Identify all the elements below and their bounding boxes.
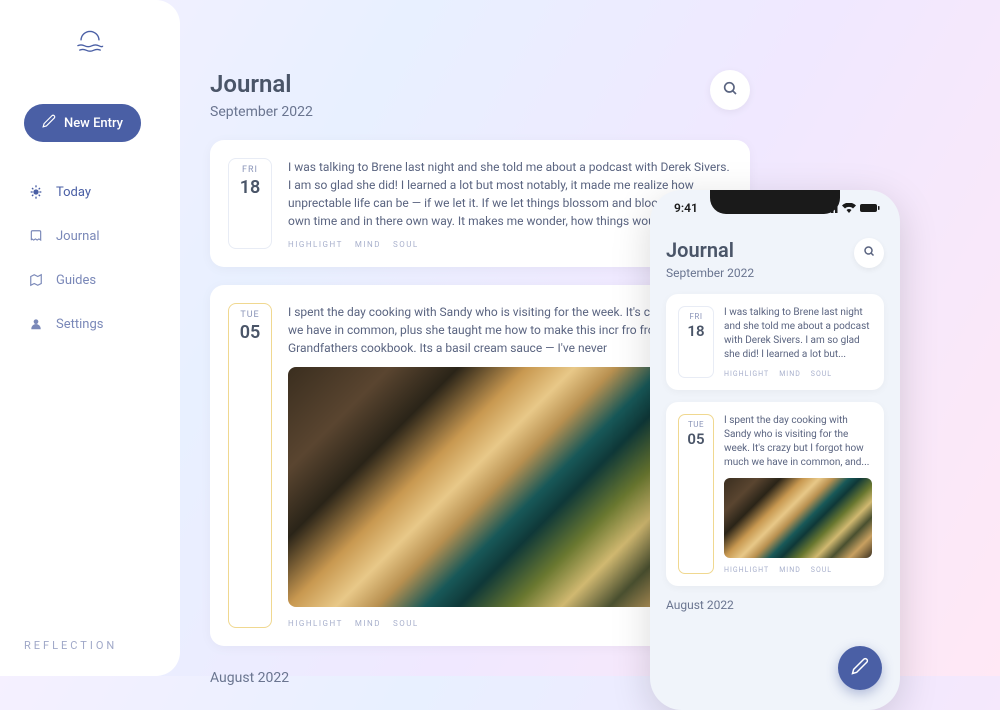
sidebar: New Entry Today Journal Guides Settings … [0, 0, 180, 676]
wifi-icon [842, 203, 856, 213]
sidebar-item-journal[interactable]: Journal [16, 214, 164, 258]
phone-page-subtitle: September 2022 [666, 266, 754, 280]
person-icon [28, 316, 44, 332]
brand-wordmark: REFLECTION [16, 639, 164, 652]
phone-journal-entry[interactable]: TUE 05 I spent the day cooking with Sand… [666, 402, 884, 586]
date-weekday: FRI [233, 165, 267, 175]
entry-text: I spent the day cooking with Sandy who i… [724, 414, 872, 470]
phone-journal-entry[interactable]: FRI 18 I was talking to Brene last night… [666, 294, 884, 390]
date-weekday: FRI [682, 312, 710, 321]
sidebar-item-label: Guides [56, 273, 96, 288]
search-icon [863, 245, 875, 261]
entry-image [724, 478, 872, 558]
app-logo [70, 24, 110, 64]
phone-time: 9:41 [674, 201, 698, 215]
date-badge: FRI 18 [678, 306, 714, 378]
date-badge: TUE 05 [228, 303, 272, 628]
phone-new-entry-fab[interactable] [838, 646, 882, 690]
search-icon [722, 80, 738, 100]
sidebar-item-label: Today [56, 185, 91, 200]
battery-icon [860, 203, 880, 213]
phone-search-button[interactable] [854, 238, 884, 268]
sidebar-item-label: Settings [56, 317, 103, 332]
tag: HIGHLIGHT [288, 240, 343, 249]
entry-text: I was talking to Brene last night and sh… [724, 306, 872, 362]
sun-icon [28, 184, 44, 200]
sidebar-item-today[interactable]: Today [16, 170, 164, 214]
page-subtitle: September 2022 [210, 104, 313, 120]
tag: SOUL [811, 370, 832, 378]
tag: MIND [355, 240, 381, 249]
tag: HIGHLIGHT [724, 566, 769, 574]
date-number: 05 [682, 430, 710, 448]
sidebar-item-label: Journal [56, 229, 100, 244]
phone-notch [710, 190, 840, 214]
entry-tags: HIGHLIGHT MIND SOUL [724, 370, 872, 378]
tag: SOUL [393, 619, 419, 628]
map-icon [28, 272, 44, 288]
tag: MIND [779, 370, 801, 378]
date-number: 05 [233, 322, 267, 343]
tag: SOUL [811, 566, 832, 574]
date-badge: TUE 05 [678, 414, 714, 574]
search-button[interactable] [710, 70, 750, 110]
sidebar-item-settings[interactable]: Settings [16, 302, 164, 346]
phone-mockup: 9:41 Journal September 2022 FRI 18 [650, 190, 900, 710]
tag: MIND [355, 619, 381, 628]
tag: HIGHLIGHT [288, 619, 343, 628]
new-entry-button[interactable]: New Entry [24, 104, 141, 142]
pencil-icon [42, 114, 56, 132]
new-entry-label: New Entry [64, 116, 123, 131]
tag: HIGHLIGHT [724, 370, 769, 378]
phone-header: Journal September 2022 [666, 238, 884, 280]
phone-page-title: Journal [666, 238, 754, 262]
date-number: 18 [233, 177, 267, 198]
tag: SOUL [393, 240, 419, 249]
book-icon [28, 228, 44, 244]
sidebar-item-guides[interactable]: Guides [16, 258, 164, 302]
date-weekday: TUE [233, 310, 267, 320]
entry-tags: HIGHLIGHT MIND SOUL [724, 566, 872, 574]
main-header: Journal September 2022 [210, 70, 750, 120]
page-title: Journal [210, 70, 313, 98]
date-weekday: TUE [682, 420, 710, 429]
date-number: 18 [682, 322, 710, 340]
date-badge: FRI 18 [228, 158, 272, 249]
phone-month-section-header: August 2022 [666, 598, 884, 612]
tag: MIND [779, 566, 801, 574]
